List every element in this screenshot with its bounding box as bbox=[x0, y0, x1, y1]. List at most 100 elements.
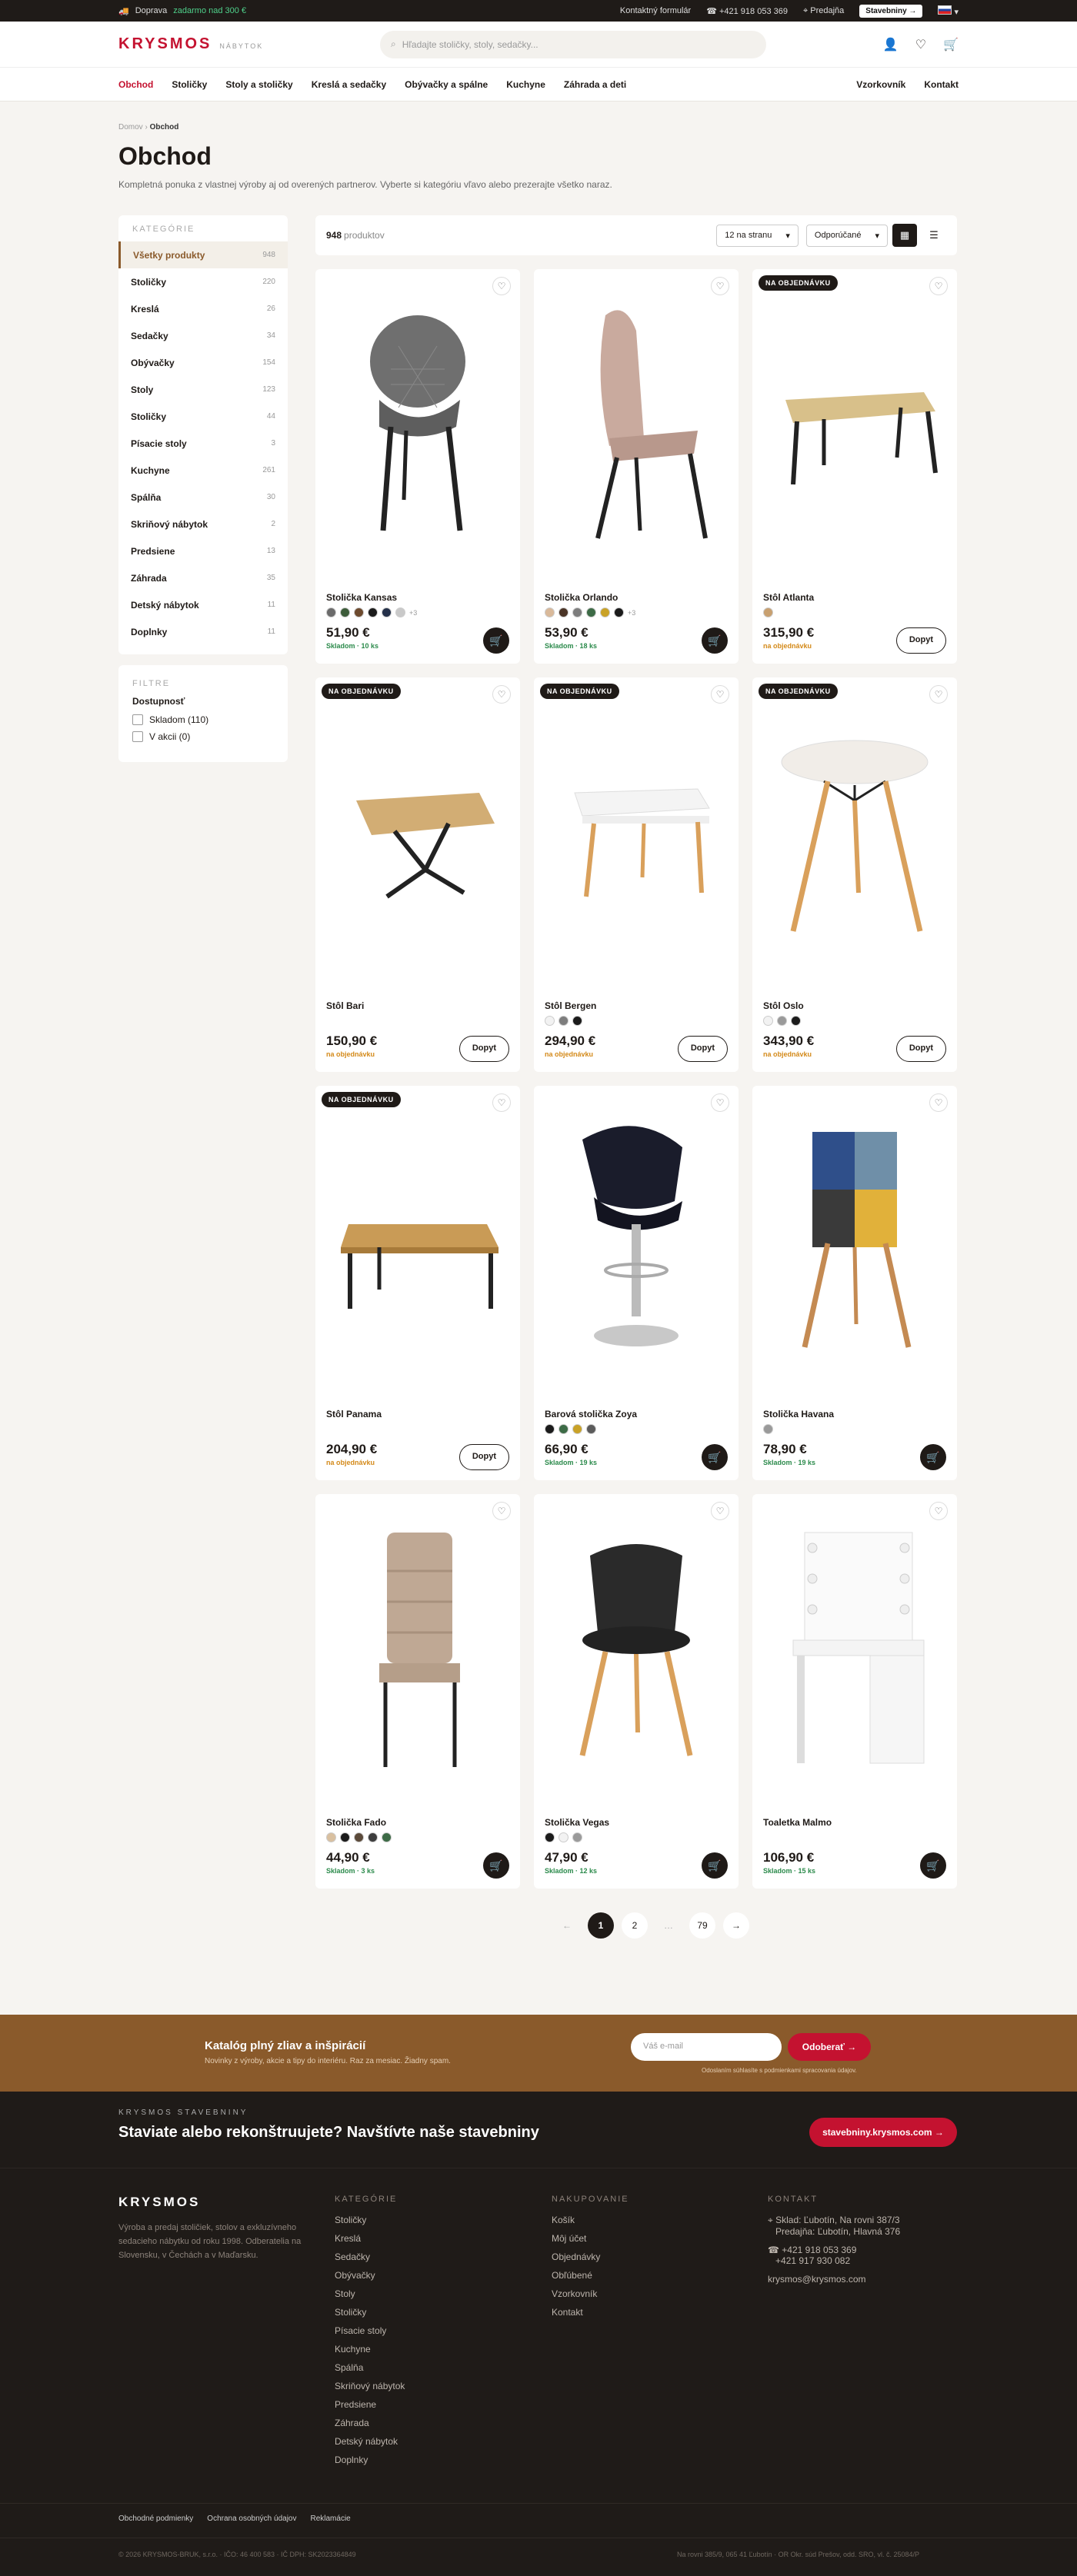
category-item[interactable]: Obývačky 154 bbox=[118, 349, 288, 376]
phone-2[interactable]: +421 917 930 082 bbox=[775, 2255, 850, 2266]
footer-legal-link[interactable]: Reklamácie bbox=[310, 2514, 350, 2523]
footer-category-link[interactable]: Obývačky bbox=[335, 2270, 405, 2281]
search-input[interactable]: ⌕ Hľadajte stoličky, stoly, sedačky... bbox=[380, 30, 766, 58]
inquiry-button[interactable]: Dopyt bbox=[458, 1444, 509, 1470]
page-button[interactable]: 1 bbox=[588, 1912, 614, 1939]
color-swatch[interactable] bbox=[340, 607, 350, 617]
footer-category-link[interactable]: Písacie stoly bbox=[335, 2325, 405, 2336]
product-name[interactable]: Stôl Atlanta bbox=[763, 592, 814, 603]
next-page-button[interactable]: → bbox=[723, 1912, 749, 1939]
product-image[interactable] bbox=[752, 677, 957, 985]
sort-select[interactable]: Odporúčané ▾ bbox=[805, 224, 888, 247]
product-name[interactable]: Stolička Kansas bbox=[326, 592, 397, 603]
add-to-cart-button[interactable]: 🛒 bbox=[920, 1444, 946, 1470]
footer-category-link[interactable]: Sedačky bbox=[335, 2252, 405, 2262]
heart-icon[interactable]: ♡ bbox=[711, 1502, 729, 1520]
category-item[interactable]: Doplnky 11 bbox=[118, 618, 288, 645]
footer-shop-link[interactable]: Vzorkovník bbox=[552, 2288, 629, 2299]
color-swatch[interactable] bbox=[559, 607, 569, 617]
page-button[interactable]: 79 bbox=[689, 1912, 715, 1939]
heart-icon[interactable]: ♡ bbox=[711, 277, 729, 295]
breadcrumb-home[interactable]: Domov bbox=[118, 123, 143, 131]
nav-item-1[interactable]: Stoličky bbox=[172, 79, 207, 90]
stavebniny-button[interactable]: Stavebniny → bbox=[859, 4, 923, 18]
color-swatch[interactable] bbox=[614, 607, 624, 617]
subscribe-button[interactable]: Odoberať → bbox=[788, 2033, 871, 2061]
heart-icon[interactable]: ♡ bbox=[929, 277, 948, 295]
grid-view-icon[interactable]: ▦ bbox=[892, 224, 917, 247]
phone-link[interactable]: ☎ +421 918 053 369 bbox=[706, 6, 788, 16]
product-card[interactable]: ♡ Toaletka Malmo 106,90 € Skladom · 15 ks 🛒 bbox=[752, 1494, 957, 1889]
footer-category-link[interactable]: Skriňový nábytok bbox=[335, 2381, 405, 2391]
color-swatch[interactable] bbox=[368, 607, 378, 617]
inquiry-button[interactable]: Dopyt bbox=[458, 1036, 509, 1062]
footer-legal-link[interactable]: Obchodné podmienky bbox=[118, 2514, 193, 2523]
product-name[interactable]: Stolička Orlando bbox=[545, 592, 618, 603]
product-card[interactable]: ♡ Barová stolička Zoya 66,90 € Skladom · 19… bbox=[534, 1086, 739, 1480]
footer-category-link[interactable]: Detský nábytok bbox=[335, 2436, 405, 2447]
product-image[interactable] bbox=[315, 677, 520, 985]
add-to-cart-button[interactable]: 🛒 bbox=[483, 627, 509, 654]
product-card[interactable]: NA OBJEDNÁVKU ♡ Stôl Bari 150,90 € na objedn… bbox=[315, 677, 520, 1072]
color-swatch[interactable] bbox=[763, 1016, 773, 1026]
on-sale-checkbox[interactable]: V akcii (0) bbox=[132, 731, 274, 742]
add-to-cart-button[interactable]: 🛒 bbox=[702, 1852, 728, 1879]
product-name[interactable]: Stôl Bergen bbox=[545, 1000, 596, 1011]
color-swatch[interactable] bbox=[354, 607, 364, 617]
heart-icon[interactable]: ♡ bbox=[915, 37, 926, 52]
product-image[interactable] bbox=[534, 1494, 739, 1802]
footer-category-link[interactable]: Stoličky bbox=[335, 2215, 405, 2225]
product-name[interactable]: Stolička Vegas bbox=[545, 1817, 609, 1828]
product-card[interactable]: NA OBJEDNÁVKU ♡ Stôl Oslo 343,90 € na objedn… bbox=[752, 677, 957, 1072]
color-swatch[interactable] bbox=[545, 1016, 555, 1026]
heart-icon[interactable]: ♡ bbox=[492, 685, 511, 704]
product-name[interactable]: Stôl Oslo bbox=[763, 1000, 804, 1011]
product-image[interactable] bbox=[534, 1086, 739, 1393]
color-swatch[interactable] bbox=[586, 607, 596, 617]
product-name[interactable]: Stôl Bari bbox=[326, 1000, 364, 1011]
color-swatch[interactable] bbox=[545, 1424, 555, 1434]
add-to-cart-button[interactable]: 🛒 bbox=[483, 1852, 509, 1879]
product-image[interactable] bbox=[752, 269, 957, 577]
heart-icon[interactable]: ♡ bbox=[492, 1502, 511, 1520]
color-swatch[interactable] bbox=[354, 1832, 364, 1842]
user-icon[interactable]: 👤 bbox=[883, 37, 899, 52]
product-image[interactable] bbox=[752, 1494, 957, 1802]
footer-category-link[interactable]: Záhrada bbox=[335, 2418, 405, 2428]
color-swatch[interactable] bbox=[395, 607, 405, 617]
per-page-select[interactable]: 12 na stranu ▾ bbox=[716, 224, 799, 247]
product-image[interactable] bbox=[534, 269, 739, 577]
add-to-cart-button[interactable]: 🛒 bbox=[702, 1444, 728, 1470]
email-link[interactable]: krysmos@krysmos.com bbox=[768, 2274, 900, 2285]
heart-icon[interactable]: ♡ bbox=[711, 1093, 729, 1112]
color-swatch[interactable] bbox=[545, 1832, 555, 1842]
footer-category-link[interactable]: Predsiene bbox=[335, 2399, 405, 2410]
heart-icon[interactable]: ♡ bbox=[492, 277, 511, 295]
nav-right-item-1[interactable]: Kontakt bbox=[924, 79, 959, 90]
add-to-cart-button[interactable]: 🛒 bbox=[702, 627, 728, 654]
category-item[interactable]: Stoličky 44 bbox=[118, 403, 288, 430]
nav-item-4[interactable]: Obývačky a spálne bbox=[405, 79, 488, 90]
newsletter-terms[interactable]: Odoslaním súhlasíte s podmienkami spraco… bbox=[702, 2067, 857, 2074]
category-item[interactable]: Spálňa 30 bbox=[118, 484, 288, 511]
color-swatch[interactable] bbox=[559, 1016, 569, 1026]
product-image[interactable] bbox=[315, 269, 520, 577]
product-card[interactable]: NA OBJEDNÁVKU ♡ Stôl Atlanta 315,90 € na obj… bbox=[752, 269, 957, 664]
heart-icon[interactable]: ♡ bbox=[711, 685, 729, 704]
color-swatch[interactable] bbox=[559, 1832, 569, 1842]
cart-icon[interactable]: 🛒 bbox=[943, 37, 959, 52]
category-item[interactable]: Všetky produkty 948 bbox=[118, 241, 288, 268]
category-item[interactable]: Kuchyne 261 bbox=[118, 457, 288, 484]
color-swatch[interactable] bbox=[326, 607, 336, 617]
nav-right-item-0[interactable]: Vzorkovník bbox=[856, 79, 905, 90]
inquiry-button[interactable]: Dopyt bbox=[677, 1036, 728, 1062]
footer-category-link[interactable]: Doplnky bbox=[335, 2455, 405, 2465]
language-switch[interactable]: ▾ bbox=[938, 5, 959, 17]
nav-item-6[interactable]: Záhrada a deti bbox=[564, 79, 626, 90]
footer-category-link[interactable]: Stoly bbox=[335, 2288, 405, 2299]
add-to-cart-button[interactable]: 🛒 bbox=[920, 1852, 946, 1879]
footer-shop-link[interactable]: Kontakt bbox=[552, 2307, 629, 2318]
category-item[interactable]: Sedačky 34 bbox=[118, 322, 288, 349]
footer-category-link[interactable]: Kuchyne bbox=[335, 2344, 405, 2355]
color-swatch[interactable] bbox=[763, 607, 773, 617]
